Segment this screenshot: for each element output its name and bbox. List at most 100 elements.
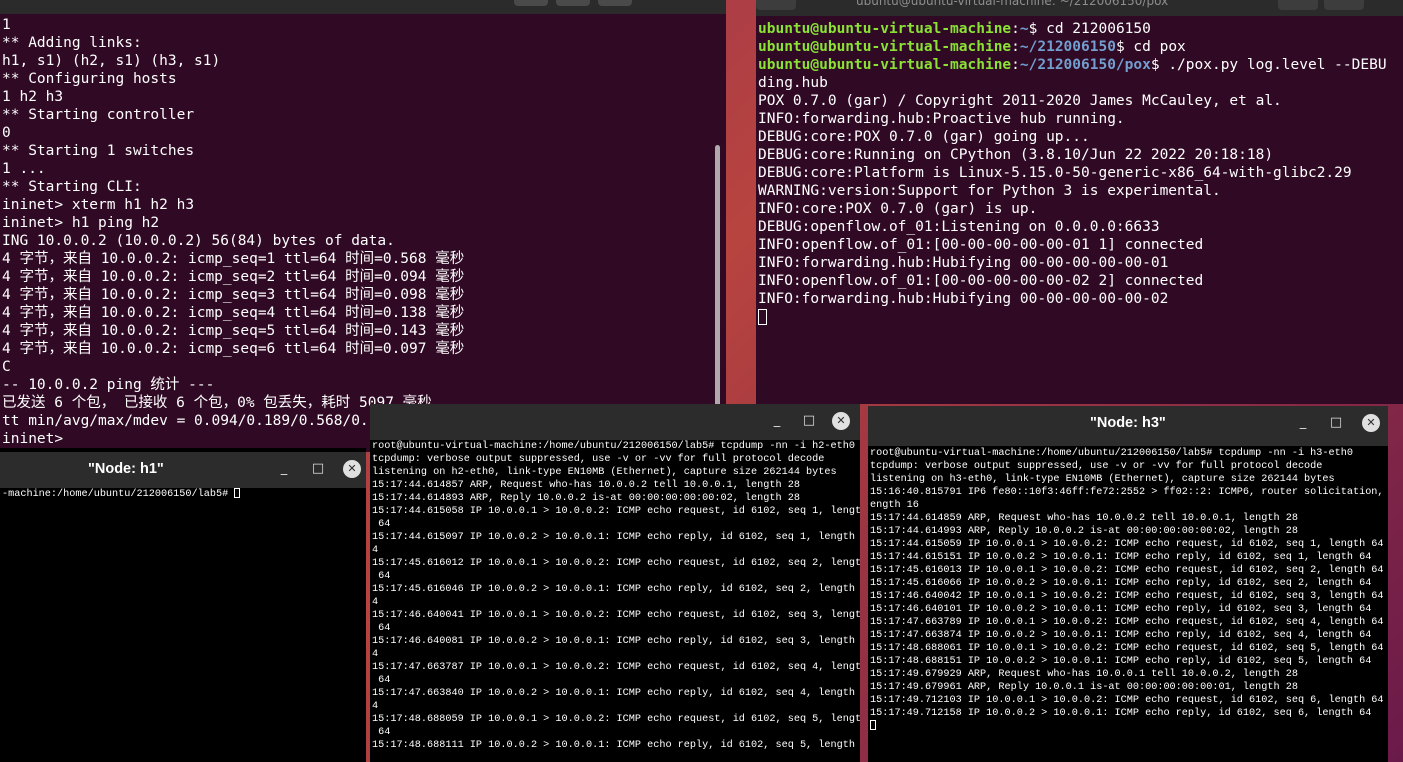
log-line: DEBUG:core:POX 0.7.0 (gar) going up... (758, 129, 1090, 145)
tcpdump-line: 4 (372, 597, 379, 608)
mininet-terminal[interactable]: 1 ** Adding links: h1, s1) (h2, s1) (h3,… (0, 0, 726, 452)
tcpdump-line: 15:17:44.615058 IP 10.0.0.1 > 10.0.0.2: … (372, 506, 860, 517)
tcpdump-line: 15:17:45.616012 IP 10.0.0.1 > 10.0.0.2: … (372, 558, 860, 569)
terminal-line: 4 字节，来自 10.0.0.2: icmp_seq=1 ttl=64 时间=0… (2, 251, 465, 267)
terminal-line: ininet> xterm h1 h2 h3 (2, 197, 195, 213)
tcpdump-line: root@ubuntu-virtual-machine:/home/ubuntu… (870, 448, 1353, 459)
terminal-line: ** Adding links: (2, 35, 142, 51)
terminal-line: h1, s1) (h2, s1) (h3, s1) (2, 53, 221, 69)
xterm-h3-titlebar[interactable]: "Node: h3" _ □ ✕ (868, 406, 1388, 446)
terminal-line: ** Starting 1 switches (2, 143, 195, 159)
tcpdump-line: 15:17:47.663787 IP 10.0.0.1 > 10.0.0.2: … (372, 662, 860, 673)
terminal-menu-button[interactable] (598, 0, 632, 6)
xterm-h3-output: root@ubuntu-virtual-machine:/home/ubuntu… (870, 447, 1388, 733)
terminal-line: C (2, 359, 11, 375)
xterm-node-h3[interactable]: "Node: h3" _ □ ✕ root@ubuntu-virtual-mac… (868, 406, 1388, 762)
tcpdump-line: root@ubuntu-virtual-machine:/home/ubuntu… (372, 441, 855, 452)
tcpdump-line: 15:17:49.679929 ARP, Request who-has 10.… (870, 669, 1298, 680)
terminal-line: ininet> h1 ping h2 (2, 215, 160, 231)
tcpdump-line: 64 (372, 519, 391, 530)
xterm-h3-title: "Node: h3" (1090, 415, 1166, 431)
terminal-line: ** Configuring hosts (2, 71, 177, 87)
log-line: POX 0.7.0 (gar) / Copyright 2011-2020 Ja… (758, 93, 1282, 109)
tcpdump-line: 15:17:46.640081 IP 10.0.0.2 > 10.0.0.1: … (372, 636, 860, 647)
terminal-line: ING 10.0.0.2 (10.0.0.2) 56(84) bytes of … (2, 233, 395, 249)
terminal-line: 4 字节，来自 10.0.0.2: icmp_seq=3 ttl=64 时间=0… (2, 287, 465, 303)
terminal-line: ** Starting CLI: (2, 179, 142, 195)
terminal-line: 4 字节，来自 10.0.0.2: icmp_seq=5 ttl=64 时间=0… (2, 323, 465, 339)
terminal-line: 已发送 6 个包， 已接收 6 个包，0% 包丢失，耗时 5097 毫秒 (2, 395, 432, 411)
tcpdump-line: 15:17:48.688061 IP 10.0.0.1 > 10.0.0.2: … (870, 643, 1384, 654)
search-button[interactable] (1278, 0, 1318, 10)
log-line: INFO:forwarding.hub:Hubifying 00-00-00-0… (758, 255, 1169, 271)
tcpdump-line: 15:17:44.614859 ARP, Request who-has 10.… (870, 513, 1298, 524)
tcpdump-line: 64 (372, 571, 391, 582)
cursor (234, 488, 241, 499)
minimize-button[interactable]: _ (1294, 414, 1312, 432)
xterm-h1-title: "Node: h1" (88, 461, 164, 477)
tcpdump-line: 64 (372, 623, 391, 634)
prompt-user: ubuntu@ubuntu-virtual-machine (758, 21, 1012, 37)
xterm-h1-titlebar[interactable]: "Node: h1" _ □ ✕ (0, 452, 366, 488)
terminal-menu-button[interactable] (556, 0, 590, 6)
tcpdump-line: 15:17:46.640042 IP 10.0.0.1 > 10.0.0.2: … (870, 591, 1384, 602)
new-tab-button[interactable] (756, 0, 796, 10)
terminal-line: 1 ... (2, 161, 46, 177)
pox-window-title: ubuntu@ubuntu-virtual-machine: ~/2120061… (856, 0, 1169, 8)
tcpdump-line: 4 (372, 701, 379, 712)
pox-terminal-output: ubuntu@ubuntu-virtual-machine:~$ cd 2120… (758, 20, 1387, 326)
terminal-line: 1 (2, 17, 11, 33)
terminal-line: ** Starting controller (2, 107, 195, 123)
tcpdump-line: 15:17:44.614893 ARP, Reply 10.0.0.2 is-a… (372, 493, 800, 504)
log-line: ding.hub (758, 75, 828, 91)
tcpdump-line: 15:17:48.688151 IP 10.0.0.2 > 10.0.0.1: … (870, 656, 1372, 667)
prompt-path: ~ (1019, 21, 1029, 37)
xterm-h2-titlebar[interactable]: _ □ ✕ (370, 404, 860, 440)
maximize-button[interactable]: □ (800, 412, 818, 430)
tcpdump-line: 15:17:44.615151 IP 10.0.0.2 > 10.0.0.1: … (870, 552, 1372, 563)
tcpdump-line: 15:17:48.688111 IP 10.0.0.2 > 10.0.0.1: … (372, 740, 860, 751)
maximize-button[interactable]: □ (1327, 414, 1345, 432)
menu-button[interactable] (1324, 0, 1364, 10)
tcpdump-line: tcpdump: verbose output suppressed, use … (870, 461, 1323, 472)
pox-terminal[interactable]: ubuntu@ubuntu-virtual-machine: ~/2120061… (756, 0, 1403, 404)
pox-terminal-titlebar[interactable]: ubuntu@ubuntu-virtual-machine: ~/2120061… (756, 0, 1403, 16)
terminal-line: 0 (2, 125, 11, 141)
tcpdump-line: 15:17:48.688059 IP 10.0.0.1 > 10.0.0.2: … (372, 714, 860, 725)
close-button[interactable]: ✕ (832, 412, 850, 430)
log-line: INFO:openflow.of_01:[00-00-00-00-00-01 1… (758, 237, 1204, 253)
terminal-line: -- 10.0.0.2 ping 统计 --- (2, 377, 215, 393)
tcpdump-line: 15:17:47.663840 IP 10.0.0.2 > 10.0.0.1: … (372, 688, 860, 699)
minimize-button[interactable]: _ (275, 460, 293, 478)
mininet-terminal-titlebar[interactable] (0, 0, 726, 14)
prompt-path: ~/212006150 (1019, 39, 1116, 55)
cursor (758, 309, 767, 325)
terminal-menu-button[interactable] (514, 0, 548, 6)
terminal-line: 1 h2 h3 (2, 89, 64, 105)
tcpdump-line: 15:17:45.616013 IP 10.0.0.1 > 10.0.0.2: … (870, 565, 1384, 576)
tcpdump-line: 15:17:44.614993 ARP, Reply 10.0.0.2 is-a… (870, 526, 1298, 537)
tcpdump-line: 15:17:47.663874 IP 10.0.0.2 > 10.0.0.1: … (870, 630, 1372, 641)
close-button[interactable]: ✕ (1362, 414, 1380, 432)
log-line: INFO:forwarding.hub:Hubifying 00-00-00-0… (758, 291, 1169, 307)
tcpdump-line: 15:17:49.679961 ARP, Reply 10.0.0.1 is-a… (870, 682, 1298, 693)
xterm-node-h1[interactable]: "Node: h1" _ □ ✕ -machine:/home/ubuntu/2… (0, 448, 366, 762)
log-line: DEBUG:core:Platform is Linux-5.15.0-50-g… (758, 165, 1352, 181)
tcpdump-line: 15:17:44.615097 IP 10.0.0.2 > 10.0.0.1: … (372, 532, 860, 543)
log-line: DEBUG:core:Running on CPython (3.8.10/Ju… (758, 147, 1274, 163)
log-line: INFO:core:POX 0.7.0 (gar) is up. (758, 201, 1038, 217)
log-line: INFO:forwarding.hub:Proactive hub runnin… (758, 111, 1125, 127)
minimize-button[interactable]: _ (768, 412, 786, 430)
tcpdump-line: 15:17:45.616066 IP 10.0.0.2 > 10.0.0.1: … (870, 578, 1372, 589)
xterm-node-h2[interactable]: _ □ ✕ root@ubuntu-virtual-machine:/home/… (370, 404, 860, 762)
tcpdump-line: 15:17:49.712103 IP 10.0.0.1 > 10.0.0.2: … (870, 695, 1384, 706)
tcpdump-line: ength 16 (870, 500, 919, 511)
tcpdump-line: listening on h2-eth0, link-type EN10MB (… (372, 467, 837, 478)
prompt-user: ubuntu@ubuntu-virtual-machine (758, 39, 1012, 55)
tcpdump-line: 15:17:45.616046 IP 10.0.0.2 > 10.0.0.1: … (372, 584, 860, 595)
command-text: $ cd 212006150 (1028, 21, 1151, 37)
tcpdump-line: 15:17:46.640041 IP 10.0.0.1 > 10.0.0.2: … (372, 610, 860, 621)
close-button[interactable]: ✕ (343, 460, 361, 478)
maximize-button[interactable]: □ (309, 460, 327, 478)
command-text: $ cd pox (1115, 39, 1186, 55)
